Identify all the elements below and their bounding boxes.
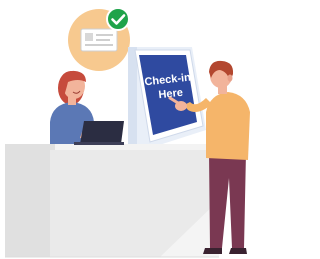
id-card-icon	[80, 28, 118, 52]
counter-side	[5, 144, 55, 257]
customer-pants	[209, 152, 246, 248]
illustration-canvas: Check-in Here	[5, 7, 250, 258]
reception-counter	[5, 144, 219, 258]
customer-shoe-right	[229, 248, 247, 254]
checkmark-circle-icon	[106, 7, 130, 31]
customer-shoe-left	[203, 248, 222, 254]
check-in-kiosk: Check-in Here	[128, 47, 206, 152]
laptop-screen	[80, 121, 124, 144]
customer-shirt	[206, 92, 250, 160]
check-in-illustration: Check-in Here	[0, 0, 261, 259]
